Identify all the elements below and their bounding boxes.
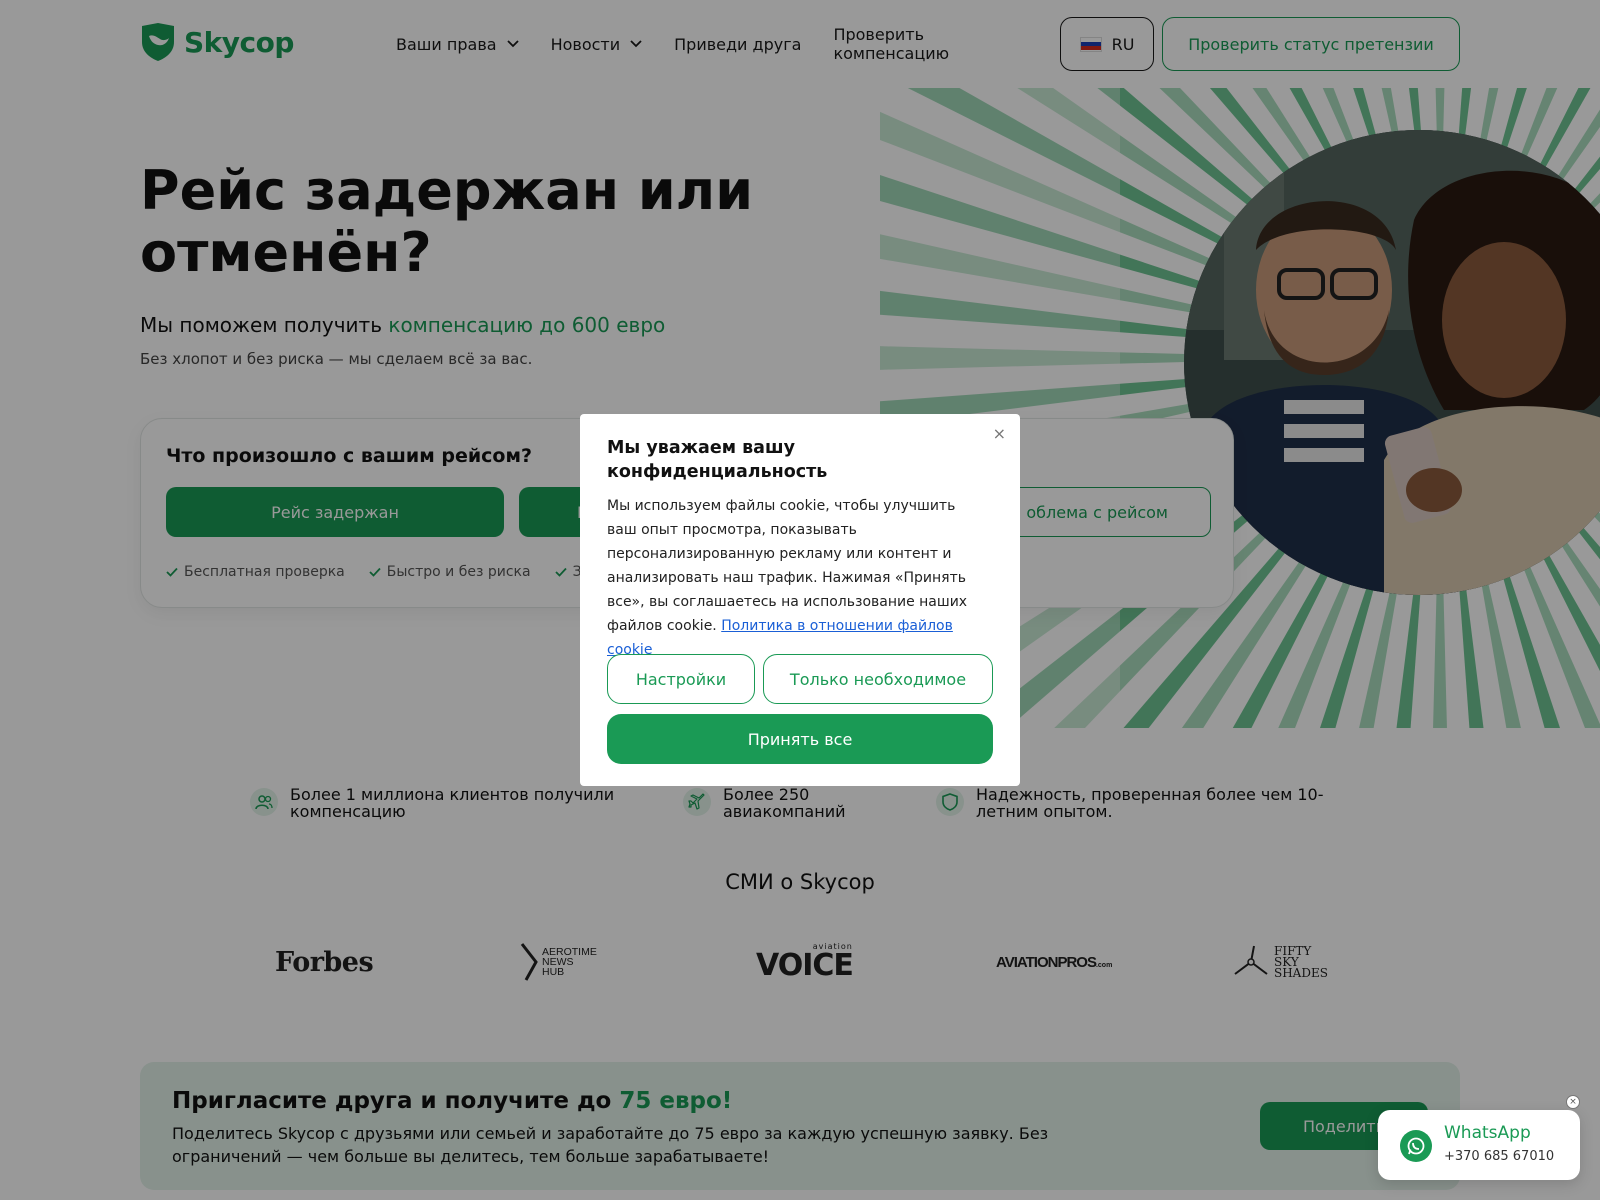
accept-all-button[interactable]: Принять все bbox=[607, 714, 993, 764]
cookie-consent-modal: × Мы уважаем вашу конфиденциальность Мы … bbox=[580, 414, 1020, 786]
whatsapp-title: WhatsApp bbox=[1444, 1123, 1531, 1143]
cookie-settings-button[interactable]: Настройки bbox=[607, 654, 755, 704]
whatsapp-phone: +370 685 67010 bbox=[1444, 1149, 1555, 1164]
whatsapp-close-icon[interactable]: × bbox=[1566, 1095, 1580, 1109]
cookie-modal-text: Мы используем файлы cookie, чтобы улучши… bbox=[607, 494, 987, 662]
whatsapp-icon bbox=[1400, 1130, 1432, 1162]
whatsapp-widget[interactable]: WhatsApp +370 685 67010 bbox=[1378, 1110, 1580, 1180]
cookie-modal-body: Мы используем файлы cookie, чтобы улучши… bbox=[607, 498, 968, 634]
close-icon[interactable]: × bbox=[993, 424, 1006, 443]
necessary-only-button[interactable]: Только необходимое bbox=[763, 654, 993, 704]
cookie-modal-title: Мы уважаем вашу конфиденциальность bbox=[607, 438, 828, 482]
